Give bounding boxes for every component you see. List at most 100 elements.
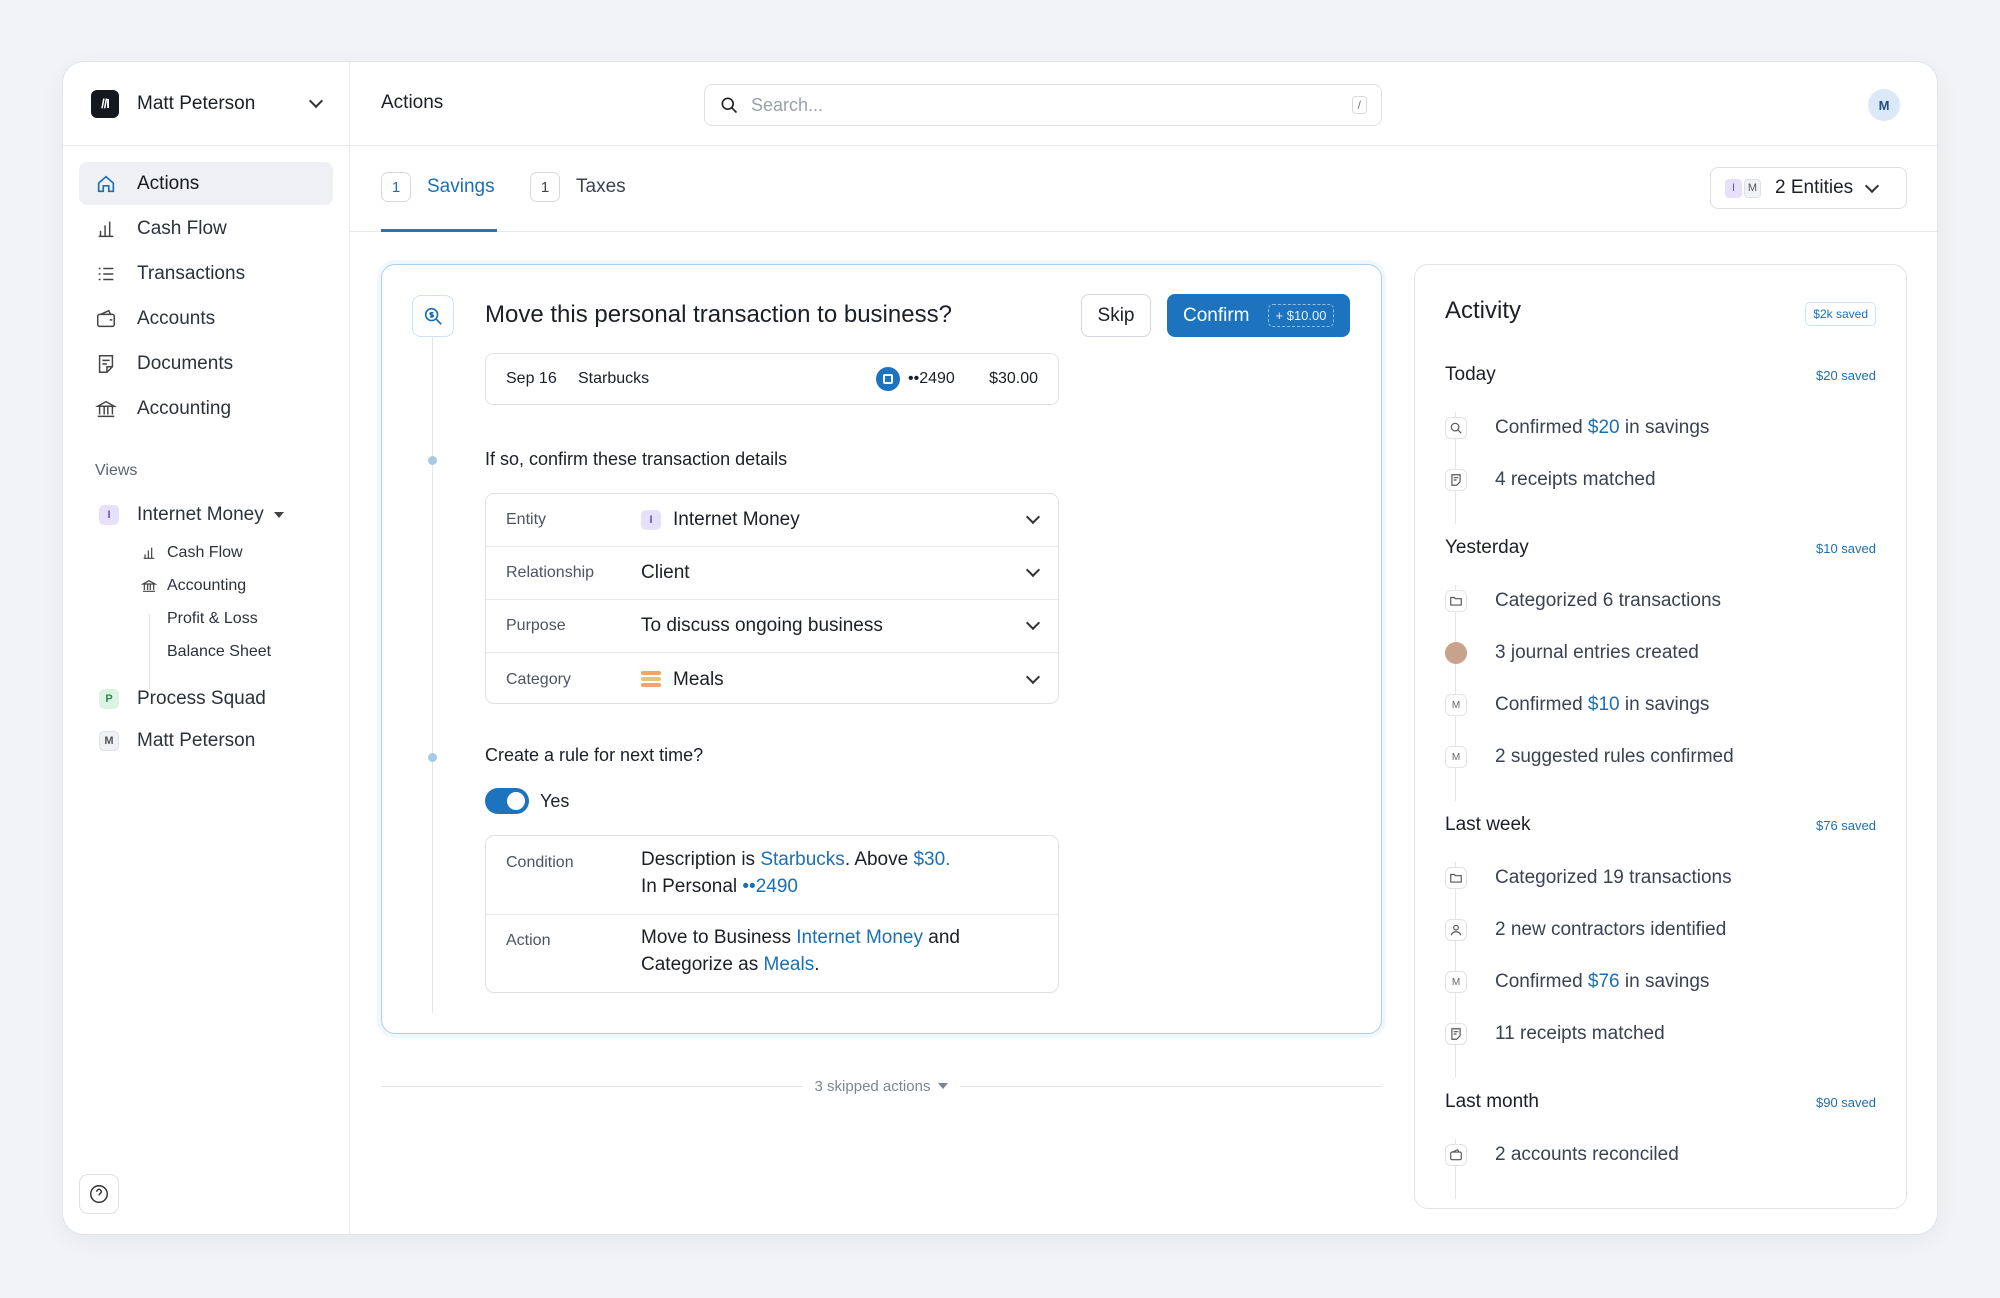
bank-icon [141,579,157,592]
initial-m-icon: M [1445,746,1467,768]
group-saved-amount: $20 saved [1816,367,1876,383]
account-link[interactable]: ••2490 [742,876,798,897]
skip-button[interactable]: Skip [1081,294,1151,337]
text: 2 new contractors identified [1495,919,1727,940]
entity-badge: M [1744,178,1761,198]
group-saved-amount: $90 saved [1816,1094,1876,1110]
nav-item-transactions[interactable]: Transactions [79,252,333,295]
subnav-cash-flow[interactable]: Cash Flow [141,536,349,569]
confirm-label: Confirm [1183,304,1250,326]
account-name: Matt Peterson [137,92,256,114]
activity-group-header: Last month $90 saved [1445,1089,1876,1115]
person-icon [1445,919,1467,941]
entity-badge: M [99,731,119,751]
action-title: Move this personal transaction to busine… [485,301,952,328]
nav-item-accounting[interactable]: Accounting [79,387,333,430]
entities-dropdown[interactable]: I M 2 Entities [1710,167,1907,209]
activity-group-title: Today [1445,364,1496,385]
category-select[interactable]: Category Meals [486,653,1058,703]
view-subnav: Cash Flow Accounting Profit & Loss Balan… [63,536,349,690]
action-type-icon-box [412,295,454,337]
purpose-select[interactable]: Purpose To discuss ongoing business [486,600,1058,653]
activity-group-header: Yesterday $10 saved [1445,535,1876,561]
entity-link[interactable]: Internet Money [796,927,923,948]
subnav-label: Balance Sheet [167,642,272,660]
receipt-icon [1445,469,1467,491]
text: in savings [1619,971,1710,992]
field-value: Client [641,562,690,583]
text: . [814,954,820,975]
top-bar: Actions / M [350,62,1937,146]
search-input[interactable] [751,94,1340,116]
wallet-icon [1445,1144,1467,1166]
group-saved-amount: $10 saved [1816,540,1876,556]
help-button[interactable] [79,1174,119,1214]
field-label: Entity [506,511,547,528]
transaction-date: Sep 16 [506,370,557,387]
activity-text: 2 accounts reconciled [1495,1144,1679,1166]
activity-item: 4 receipts matched [1445,454,1876,506]
toggle-label: Yes [540,791,570,811]
activity-text: Confirmed $76 in savings [1495,971,1709,993]
merchant-link[interactable]: Starbucks [760,849,844,870]
total-saved-badge: $2k saved [1805,302,1876,326]
nav-item-cash-flow[interactable]: Cash Flow [79,207,333,250]
tab-label: Savings [427,176,495,197]
category-value: Meals [673,668,724,690]
savings-amount: $10 [1587,694,1620,715]
tab-savings[interactable]: 1 Savings [381,172,495,202]
text: in savings [1619,417,1710,438]
page-title: Actions [381,92,444,113]
activity-title: Activity [1445,297,1522,324]
view-internet-money[interactable]: I Internet Money [63,494,349,536]
home-icon [97,175,115,192]
subnav-profit-loss[interactable]: Profit & Loss [141,602,349,635]
entity-badge: I [99,505,119,525]
search-icon [721,97,738,114]
category-link[interactable]: Meals [764,954,815,975]
subnav-tree-line [149,614,150,690]
divider [486,914,1058,915]
field-value: Meals [641,669,1028,691]
subnav-accounting[interactable]: Accounting [141,569,349,602]
activity-group: Last month $90 saved 2 accounts reconciled [1445,1089,1876,1199]
amount-link[interactable]: $30. [913,849,950,870]
relationship-select[interactable]: Relationship Client [486,547,1058,600]
entity-select[interactable]: Entity I Internet Money [486,494,1058,547]
nav-item-accounts[interactable]: Accounts [79,297,333,340]
text: Categorized 19 transactions [1495,867,1732,888]
user-avatar[interactable]: M [1868,89,1900,121]
skipped-actions-toggle[interactable]: 3 skipped actions [815,1078,949,1095]
nav-item-documents[interactable]: Documents [79,342,333,385]
create-rule-toggle[interactable] [485,788,529,814]
field-label: Purpose [506,617,566,634]
activity-text: 3 journal entries created [1495,642,1699,664]
divider-line [381,1085,803,1087]
text: Confirmed [1495,417,1588,438]
views-heading: Views [95,462,138,479]
active-tab-indicator [381,229,497,232]
view-process-squad[interactable]: P Process Squad [63,678,349,720]
activity-text: 2 new contractors identified [1495,919,1726,941]
caret-down-icon [273,512,284,518]
search-bar[interactable]: / [704,84,1382,126]
activity-text: Categorized 6 transactions [1495,590,1721,612]
transaction-merchant: Starbucks [578,370,650,387]
text: Move to Business [641,927,797,948]
field-label: Category [506,670,571,688]
activity-group: Last week $76 saved Categorized 19 transac… [1445,812,1876,1078]
divider-line [960,1085,1382,1087]
app-window: //I Matt Peterson Actions Cash Flow Tran… [62,61,1938,1235]
confirm-button[interactable]: Confirm + $10.00 [1167,294,1350,337]
nav-item-label: Accounts [137,307,216,329]
view-matt-peterson[interactable]: M Matt Peterson [63,720,349,762]
nav-item-actions[interactable]: Actions [79,162,333,205]
account-switcher[interactable]: //I Matt Peterson [63,62,349,146]
timeline-line [432,337,433,1013]
search-dollar-icon [1445,417,1467,439]
transaction-account: ••2490 [908,370,955,387]
search-dollar-icon [424,307,442,325]
tab-taxes[interactable]: 1 Taxes [530,172,626,202]
text: 2 suggested rules confirmed [1495,746,1734,767]
subnav-balance-sheet[interactable]: Balance Sheet [141,635,349,668]
